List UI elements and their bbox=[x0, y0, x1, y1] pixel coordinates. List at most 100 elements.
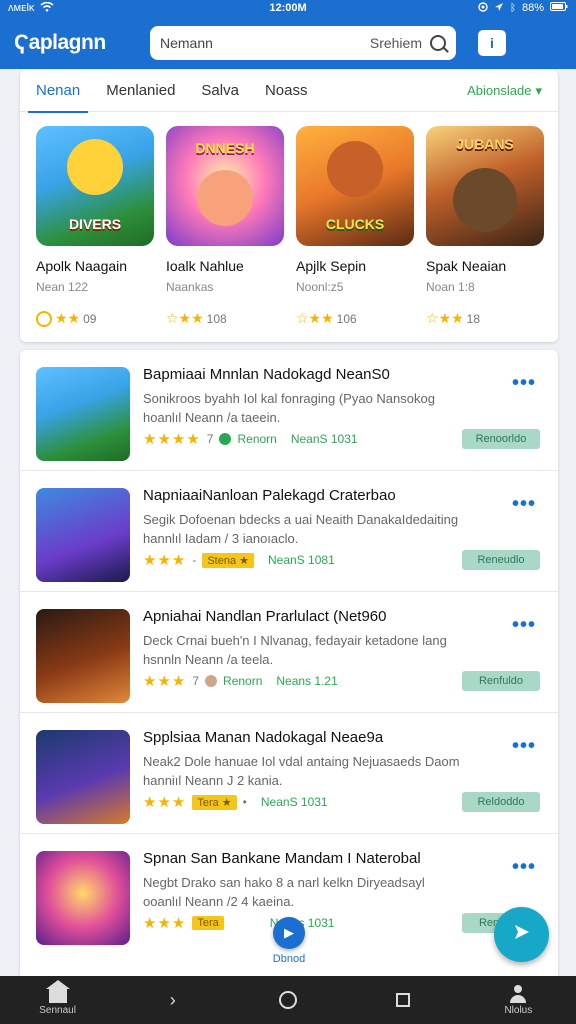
app-name[interactable]: Spak Neaian bbox=[426, 258, 544, 274]
mascot-image bbox=[197, 170, 253, 226]
category-tabs: Nenan Menlanied Salva Noass Abionslade ▾ bbox=[20, 70, 558, 113]
desc-line-1: Sonikroos byahh Iol kal fonraging (Pyao … bbox=[143, 391, 435, 406]
mascot-image bbox=[67, 138, 123, 195]
featured-card[interactable]: JUBANS Spak Neaian Noan 1:8 ☆★★ 18 bbox=[426, 126, 544, 327]
location-icon bbox=[478, 1, 488, 15]
featured-card[interactable]: DIVERS Apolk Naagain Nean 122 ★★ 09 bbox=[36, 126, 154, 327]
search-box[interactable]: Nemann Srehiem bbox=[150, 25, 456, 60]
circle-home-icon bbox=[278, 991, 297, 1009]
app-size: NeanS 1031 bbox=[290, 432, 358, 446]
app-meta: ★★★ 7 Renorn Neans 1.21 bbox=[143, 672, 338, 690]
nav-home[interactable]: Sennaul bbox=[18, 976, 98, 1024]
install-button[interactable]: Reldoddo bbox=[462, 792, 540, 812]
small-fab-label: Dbnod bbox=[272, 953, 306, 965]
chevron-down-icon: ▾ bbox=[535, 82, 542, 98]
more-options-icon[interactable]: ••• bbox=[512, 493, 536, 516]
desc-line-2: hannlıl Iadam / 3 ianoıaclo. bbox=[143, 531, 299, 546]
more-options-icon[interactable]: ••• bbox=[512, 856, 536, 879]
rating-ring-icon bbox=[36, 310, 52, 327]
send-fab-button[interactable] bbox=[494, 907, 549, 962]
more-options-icon[interactable]: ••• bbox=[512, 735, 536, 758]
desc-line-1: Neak2 Dole hanuae Iol vdal antaing Nejua… bbox=[143, 754, 460, 769]
desc-line-2: hsnnln Neann /a teela. bbox=[143, 652, 274, 667]
list-item[interactable]: Bapmiaai Mnnlan Nadokagd NeanS0 Sonikroo… bbox=[20, 350, 558, 471]
badge-text: Tera ★ bbox=[192, 794, 237, 810]
square-recents-icon bbox=[396, 993, 411, 1007]
nav-circle[interactable] bbox=[248, 976, 328, 1024]
badge-text: Tera bbox=[192, 916, 224, 930]
app-logo[interactable]: Ҁaplagnn bbox=[14, 31, 134, 55]
thumbnail-title: JUBANS bbox=[456, 136, 514, 152]
desc-line-1: Negbt Drako san hako 8 a narl kelkn Diry… bbox=[143, 875, 425, 890]
install-button[interactable]: Renfuldo bbox=[462, 671, 540, 691]
app-bar: Ҁaplagnn Nemann Srehiem i bbox=[0, 16, 576, 392]
rating-row: ☆★★ 106 bbox=[296, 310, 414, 327]
install-button[interactable]: Reneudlo bbox=[462, 550, 540, 570]
nav-recents[interactable] bbox=[363, 976, 443, 1024]
featured-panel: Nenan Menlanied Salva Noass Abionslade ▾… bbox=[20, 70, 558, 342]
mascot-image bbox=[327, 141, 383, 198]
wifi-icon bbox=[40, 1, 54, 15]
info-icon[interactable]: i bbox=[478, 29, 506, 56]
app-title[interactable]: NapniaaiNanloan Palekagd Craterbao bbox=[143, 487, 503, 504]
separator: • bbox=[242, 795, 247, 809]
more-options-icon[interactable]: ••• bbox=[512, 372, 536, 395]
tab-3[interactable]: Noass bbox=[265, 70, 308, 112]
app-meta: ★★★ - Stena ★ NeanS 1081 bbox=[143, 551, 335, 569]
app-size: NeanS 1081 bbox=[268, 553, 335, 567]
battery-text: 88% bbox=[521, 2, 544, 14]
nav-back[interactable]: › bbox=[133, 976, 213, 1024]
app-icon-image[interactable] bbox=[36, 730, 130, 824]
rating-value: 7 bbox=[192, 674, 200, 688]
app-title[interactable]: Apniahai Nandlan Prarlulact (Net960 bbox=[143, 608, 503, 625]
app-name[interactable]: Ioalk Nahlue bbox=[166, 258, 284, 274]
desc-line-2: hanniıl Neann J 2 kania. bbox=[143, 773, 283, 788]
rating-value: 18 bbox=[466, 311, 481, 326]
search-icon[interactable] bbox=[430, 34, 446, 51]
app-name[interactable]: Apjlk Sepin bbox=[296, 258, 414, 274]
star-icon: ☆★★ bbox=[296, 310, 334, 326]
search-button-label[interactable]: Srehiem bbox=[370, 35, 422, 51]
app-subtitle: Naankas bbox=[166, 280, 214, 294]
app-icon-image[interactable] bbox=[36, 851, 130, 945]
nav-profile[interactable]: Nlolus bbox=[478, 976, 558, 1024]
tab-2[interactable]: Salva bbox=[201, 70, 239, 112]
desc-line-2: hoanlıl Neann /a taeein. bbox=[143, 410, 281, 425]
list-item[interactable]: Apniahai Nandlan Prarlulact (Net960 Deck… bbox=[20, 592, 558, 713]
small-play-button[interactable]: ▶ bbox=[273, 917, 305, 949]
more-options-icon[interactable]: ••• bbox=[512, 614, 536, 637]
status-dot-icon bbox=[205, 675, 218, 687]
bottom-nav-bar: Sennaul › Nlolus bbox=[0, 976, 576, 1024]
game-thumbnail[interactable]: JUBANS bbox=[426, 126, 544, 246]
install-button[interactable]: Renoorldo bbox=[462, 429, 540, 449]
game-thumbnail[interactable]: CLUCKS bbox=[296, 126, 414, 246]
app-title[interactable]: Spplsiaa Manan Nadokagal Neae9a bbox=[143, 729, 503, 746]
app-icon-image[interactable] bbox=[36, 609, 130, 703]
status-bar: ᴧᴍᴇlᴋ 12:00M ᛒ 88% bbox=[0, 0, 576, 16]
featured-card[interactable]: CLUCKS Apjlk Sepin Noonl:z5 ☆★★ 106 bbox=[296, 126, 414, 327]
send-icon bbox=[512, 922, 532, 948]
game-thumbnail[interactable]: DIVERS bbox=[36, 126, 154, 246]
featured-card[interactable]: DNNESH Ioalk Nahlue Naankas ☆★★ 108 bbox=[166, 126, 284, 327]
chevron-right-icon: › bbox=[169, 989, 176, 1010]
list-item[interactable]: Spplsiaa Manan Nadokagal Neae9a Neak2 Do… bbox=[20, 713, 558, 834]
app-icon-image[interactable] bbox=[36, 488, 130, 582]
app-title[interactable]: Bapmiaai Mnnlan Nadokagd NeanS0 bbox=[143, 366, 503, 383]
search-input[interactable]: Nemann bbox=[160, 35, 370, 51]
app-meta: ★★★ Tera ★ • NeanS 1031 bbox=[143, 793, 328, 811]
rating-value: 7 bbox=[206, 432, 214, 446]
app-title[interactable]: Spnan San Bankane Mandam I Naterobal bbox=[143, 850, 503, 867]
app-name[interactable]: Apolk Naagain bbox=[36, 258, 154, 274]
app-description: Sonikroos byahh Iol kal fonraging (Pyao … bbox=[143, 389, 503, 427]
filter-dropdown[interactable]: Abionslade ▾ bbox=[467, 83, 542, 99]
tab-1[interactable]: Menlanied bbox=[106, 70, 175, 112]
tab-0[interactable]: Nenan bbox=[27, 70, 89, 113]
game-thumbnail[interactable]: DNNESH bbox=[166, 126, 284, 246]
star-icon: ☆★★ bbox=[426, 310, 464, 326]
app-icon-image[interactable] bbox=[36, 367, 130, 461]
app-description: Segik Dofoenan bdecks a uai Neaith Danak… bbox=[143, 510, 503, 548]
list-item[interactable]: NapniaaiNanloan Palekagd Craterbao Segik… bbox=[20, 471, 558, 592]
star-rating: ★★★ bbox=[143, 673, 187, 690]
app-subtitle: Nean 122 bbox=[36, 280, 89, 294]
featured-cards: DIVERS Apolk Naagain Nean 122 ★★ 09 DNNE… bbox=[20, 112, 558, 327]
